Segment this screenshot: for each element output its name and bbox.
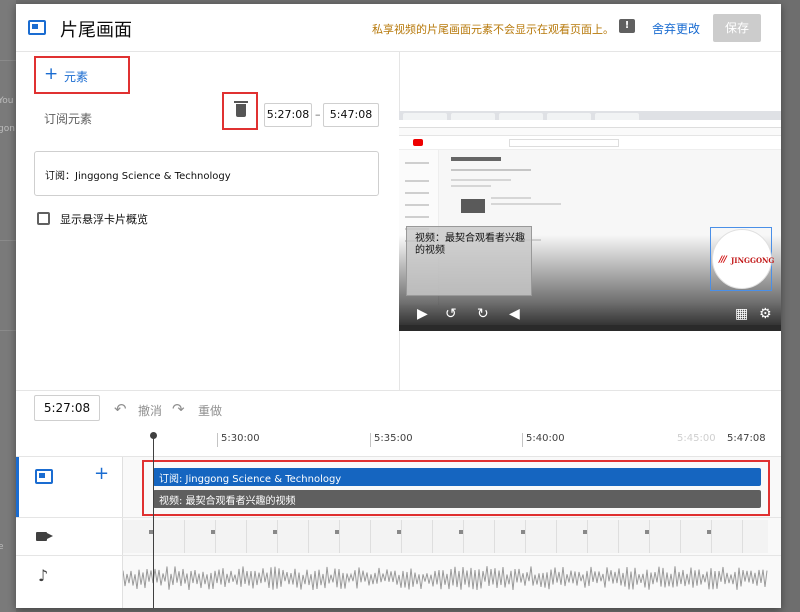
- channel-logo-mark: ///: [719, 255, 727, 265]
- ruler-tick: [522, 433, 523, 447]
- ruler-label: 5:40:00: [526, 433, 565, 444]
- studio-search-box: [509, 139, 619, 147]
- undo-icon[interactable]: ↶: [114, 400, 127, 418]
- save-button[interactable]: 保存: [713, 14, 761, 42]
- feedback-icon[interactable]: !: [619, 19, 635, 33]
- private-video-notice: 私享视频的片尾画面元素不会显示在观看页面上。: [372, 23, 614, 36]
- track-header: [16, 518, 123, 555]
- track-header: ♪: [16, 556, 123, 608]
- grid-icon[interactable]: ▦: [735, 307, 748, 321]
- video-element-label: 视频: 最契合观看者兴趣的视频: [159, 496, 296, 507]
- play-icon[interactable]: ▶: [417, 307, 428, 321]
- ruler-tick: [217, 433, 218, 447]
- toolbar-divider: [16, 390, 781, 391]
- background-divider: [0, 330, 16, 331]
- endscreen-elements-track: + 订阅: Jinggong Science & Technology 视频: …: [16, 456, 781, 517]
- track-header: +: [16, 457, 123, 517]
- time-separator: –: [315, 108, 321, 121]
- dialog-header: 片尾画面 私享视频的片尾画面元素不会显示在观看页面上。 ! 舍弃更改 保存: [16, 4, 781, 52]
- settings-gear-icon[interactable]: ⚙: [759, 307, 772, 321]
- video-thumbnail-strip: [123, 520, 768, 553]
- timeline-ruler: 5:30:00 5:35:00 5:40:00 5:45:00 5:47:08: [16, 424, 781, 456]
- background-divider: [0, 60, 16, 61]
- studio-page-heading: [451, 157, 501, 161]
- youtube-logo-icon: [413, 139, 423, 146]
- delete-element-button[interactable]: [222, 92, 258, 130]
- endscreen-icon: [35, 469, 53, 484]
- rewind-icon[interactable]: ↺: [445, 307, 457, 321]
- subscribe-element-label: 订阅: Jinggong Science & Technology: [159, 474, 342, 485]
- element-editor-panel: + 元素 订阅元素 5:27:08 – 5:47:08 订阅：Jinggong …: [16, 52, 399, 390]
- current-time-input[interactable]: 5:27:08: [34, 395, 100, 421]
- taskbar-strip: [399, 325, 781, 331]
- background-text: e: [0, 542, 4, 552]
- ruler-label: 5:30:00: [221, 433, 260, 444]
- start-time-input[interactable]: 5:27:08: [264, 103, 312, 127]
- video-element-bar[interactable]: 视频: 最契合观看者兴趣的视频: [153, 490, 761, 508]
- page-title: 片尾画面: [60, 20, 132, 41]
- forward-icon[interactable]: ↻: [477, 307, 489, 321]
- end-time-input[interactable]: 5:47:08: [323, 103, 379, 127]
- undo-button[interactable]: 撤消: [138, 402, 162, 419]
- trash-icon: [234, 101, 248, 117]
- add-element-plus-icon[interactable]: +: [94, 463, 109, 484]
- redo-button[interactable]: 重做: [198, 402, 222, 419]
- browser-tab-strip: [399, 111, 781, 120]
- audio-waveform: [123, 566, 768, 590]
- music-note-icon: ♪: [38, 566, 49, 585]
- track-selected-indicator: [16, 457, 19, 517]
- channel-logo[interactable]: /// JINGGONG: [712, 229, 775, 289]
- playhead-handle[interactable]: [150, 432, 157, 439]
- browser-address-bar: [399, 120, 781, 128]
- studio-tabs: [451, 169, 531, 171]
- browser-bookmarks-bar: [399, 128, 781, 136]
- video-card-thumbnail: [461, 199, 485, 213]
- video-preview: 视频：最契合观看者兴趣的视频 /// JINGGONG ▶ ↺ ↻ ◀ ▦ ⚙: [399, 111, 781, 331]
- ruler-label: 5:35:00: [374, 433, 413, 444]
- show-card-preview-checkbox[interactable]: [37, 212, 50, 225]
- endscreen-editor-dialog: 片尾画面 私享视频的片尾画面元素不会显示在观看页面上。 ! 舍弃更改 保存 + …: [16, 4, 781, 608]
- element-type-label: 订阅元素: [44, 112, 93, 126]
- ruler-end-label: 5:47:08: [727, 433, 766, 444]
- add-element-label: 元素: [64, 70, 89, 84]
- endscreen-icon: [28, 20, 46, 35]
- video-camera-icon: [36, 532, 53, 541]
- channel-logo-text: JINGGONG: [731, 256, 775, 265]
- show-card-preview-label: 显示悬浮卡片概览: [60, 213, 148, 226]
- ruler-tick: [370, 433, 371, 447]
- video-thumbnails-track: [16, 517, 781, 555]
- audio-track: ♪: [16, 555, 781, 608]
- studio-header: [399, 136, 781, 150]
- background-page: [0, 0, 16, 612]
- redo-icon[interactable]: ↷: [172, 400, 185, 418]
- video-element-text: 视频：最契合观看者兴趣的视频: [415, 233, 525, 256]
- video-element-preview[interactable]: 视频：最契合观看者兴趣的视频: [406, 226, 532, 296]
- playhead[interactable]: [153, 436, 154, 608]
- background-divider: [0, 240, 16, 241]
- subscribe-element-bar[interactable]: 订阅: Jinggong Science & Technology: [153, 468, 761, 486]
- add-element-button[interactable]: + 元素: [34, 56, 130, 94]
- discard-changes-button[interactable]: 舍弃更改: [652, 20, 700, 37]
- plus-icon: +: [44, 64, 59, 84]
- element-settings-field[interactable]: 订阅：Jinggong Science & Technology: [34, 151, 379, 196]
- volume-icon[interactable]: ◀: [509, 307, 520, 321]
- background-text: gon: [0, 124, 15, 134]
- element-settings-text: 订阅：Jinggong Science & Technology: [45, 171, 231, 182]
- ruler-label: 5:45:00: [677, 433, 716, 444]
